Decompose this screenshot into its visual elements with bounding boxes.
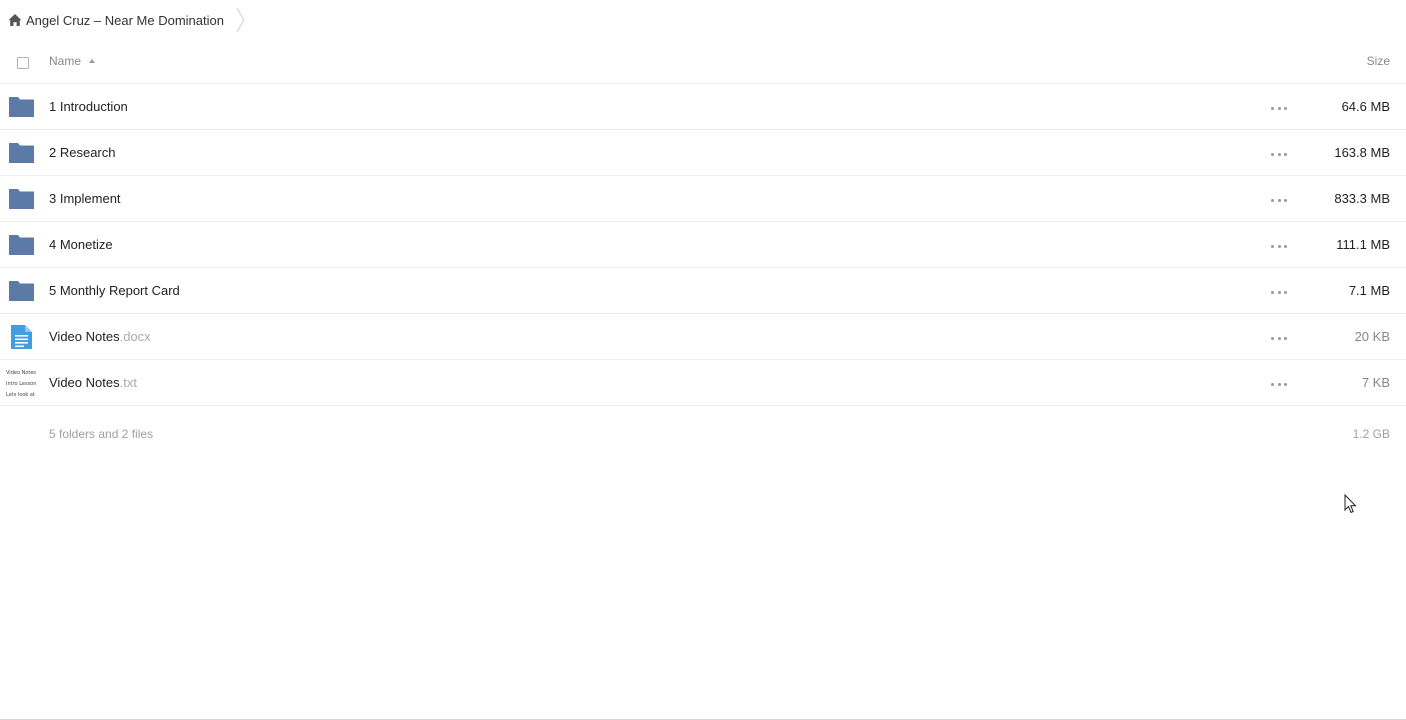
thumbnail-line: Video Notes	[6, 370, 36, 376]
more-actions-icon[interactable]	[1271, 381, 1287, 387]
home-icon[interactable]	[8, 13, 22, 27]
folder-icon	[8, 140, 35, 166]
file-size: 64.6 MB	[1341, 99, 1390, 114]
file-extension: .txt	[119, 375, 137, 390]
file-name-base: Video Notes	[49, 375, 120, 390]
more-actions-icon[interactable]	[1271, 335, 1287, 341]
file-size: 111.1 MB	[1336, 237, 1390, 252]
file-row[interactable]: 1 Introduction 64.6 MB	[0, 84, 1406, 130]
breadcrumb-current-folder[interactable]: Angel Cruz – Near Me Domination	[26, 13, 224, 28]
breadcrumb: Angel Cruz – Near Me Domination	[8, 6, 246, 34]
size-column-header[interactable]: Size	[1367, 54, 1390, 68]
more-actions-icon[interactable]	[1271, 243, 1287, 249]
file-size: 20 KB	[1354, 329, 1390, 344]
breadcrumb-separator-icon	[236, 7, 246, 33]
sort-ascending-icon	[89, 59, 96, 63]
select-all-checkbox[interactable]	[17, 57, 29, 69]
file-name[interactable]: 2 Research	[49, 145, 115, 160]
folder-icon	[8, 94, 35, 120]
more-actions-icon[interactable]	[1271, 151, 1287, 157]
file-row[interactable]: 2 Research 163.8 MB	[0, 130, 1406, 176]
file-extension: .docx	[119, 329, 151, 344]
thumbnail-line: Lets look at	[6, 392, 35, 398]
file-row[interactable]: Video Notes Intro Lesson Lets look at Video…	[0, 360, 1406, 406]
file-name-base: 3 Implement	[49, 191, 121, 206]
file-size: 7 KB	[1361, 375, 1390, 390]
file-name[interactable]: 5 Monthly Report Card	[49, 283, 180, 298]
more-actions-icon[interactable]	[1271, 197, 1287, 203]
summary-total-size: 1.2 GB	[1352, 427, 1390, 441]
file-name-base: 1 Introduction	[49, 99, 128, 114]
file-size: 833.3 MB	[1334, 191, 1390, 206]
name-column-header[interactable]: Name	[49, 54, 96, 68]
file-row[interactable]: 3 Implement 833.3 MB	[0, 176, 1406, 222]
name-column-label: Name	[49, 54, 82, 68]
file-size: 163.8 MB	[1334, 145, 1390, 160]
thumbnail-line: Intro Lesson	[6, 381, 36, 387]
file-name-base: 4 Monetize	[49, 237, 113, 252]
summary-count: 5 folders and 2 files	[49, 427, 154, 441]
file-name[interactable]: 3 Implement	[49, 191, 121, 206]
file-row[interactable]: Video Notes.docx 20 KB	[0, 314, 1406, 360]
file-name[interactable]: 4 Monetize	[49, 237, 113, 252]
file-list-summary: 5 folders and 2 files 1.2 GB	[0, 406, 1406, 452]
file-name[interactable]: 1 Introduction	[49, 99, 128, 114]
more-actions-icon[interactable]	[1271, 289, 1287, 295]
more-actions-icon[interactable]	[1271, 105, 1287, 111]
text-file-thumbnail: Video Notes Intro Lesson Lets look at	[6, 368, 36, 400]
file-name-base: Video Notes	[49, 329, 120, 344]
mouse-cursor-icon	[1344, 494, 1357, 514]
file-row[interactable]: 5 Monthly Report Card 7.1 MB	[0, 268, 1406, 314]
file-size: 7.1 MB	[1348, 283, 1390, 298]
file-name-base: 2 Research	[49, 145, 116, 160]
file-row[interactable]: 4 Monetize 111.1 MB	[0, 222, 1406, 268]
file-name[interactable]: Video Notes.txt	[49, 375, 137, 390]
folder-icon	[8, 232, 35, 258]
file-list-header: Name Size	[0, 40, 1406, 84]
file-name[interactable]: Video Notes.docx	[49, 329, 151, 344]
folder-icon	[8, 278, 35, 304]
file-name-base: 5 Monthly Report Card	[49, 283, 180, 298]
folder-icon	[8, 186, 35, 212]
file-browser: Angel Cruz – Near Me Domination Name Siz…	[0, 0, 1406, 720]
document-icon	[8, 324, 35, 350]
file-list: 1 Introduction 64.6 MB 2 Research 163.8 MB 3…	[0, 84, 1406, 406]
